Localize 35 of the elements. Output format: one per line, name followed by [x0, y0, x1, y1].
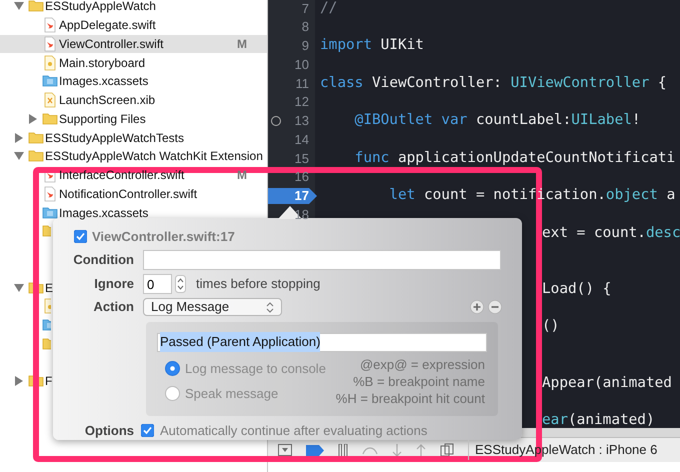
option-label: Automatically continue after evaluating actions	[160, 422, 428, 440]
radio-label: Speak message	[185, 385, 278, 403]
code-line: ()	[542, 317, 560, 336]
status-label: M	[237, 36, 247, 53]
line-number: 8	[302, 18, 309, 36]
field-label: Action	[92, 298, 134, 316]
line-number: 17	[294, 187, 309, 206]
code-line: class ViewController: UIViewController {	[320, 74, 667, 93]
hint-text: %B = breakpoint name	[353, 372, 485, 390]
code-line: import UIKit	[320, 36, 424, 56]
code-line: ear(animated)	[542, 411, 655, 428]
code-line: //	[320, 0, 338, 18]
code-line: Appear(animated	[542, 374, 672, 393]
line-number: 10	[294, 56, 309, 74]
selected-text: Passed (Parent Application)	[160, 332, 320, 352]
line-number: 7	[302, 0, 309, 18]
field-label: Condition	[72, 251, 134, 270]
code-line: ext = count.desc	[542, 224, 680, 243]
code-line: @IBOutlet var countLabel:UILabel!	[354, 111, 641, 130]
line-number: 12	[294, 93, 309, 112]
field-label: Ignore	[93, 275, 134, 294]
line-number: 16	[294, 168, 309, 186]
radio-label: Log message to console	[185, 360, 326, 378]
code-line: Load() {	[542, 280, 612, 299]
hint-text: %H = breakpoint hit count	[336, 390, 485, 406]
line-number: 9	[302, 37, 309, 56]
line-number: 15	[294, 150, 309, 168]
line-number: 14	[294, 130, 309, 149]
field-label: Options	[84, 422, 134, 440]
line-number: 13	[294, 112, 309, 130]
code-line: func applicationUpdateCountNotificati	[354, 148, 676, 168]
breakpoint-title: ViewController.swift:17	[92, 228, 235, 246]
hint-text: @exp@ = expression	[360, 356, 485, 372]
field-suffix: times before stopping	[196, 275, 320, 294]
line-number: 11	[296, 74, 309, 93]
